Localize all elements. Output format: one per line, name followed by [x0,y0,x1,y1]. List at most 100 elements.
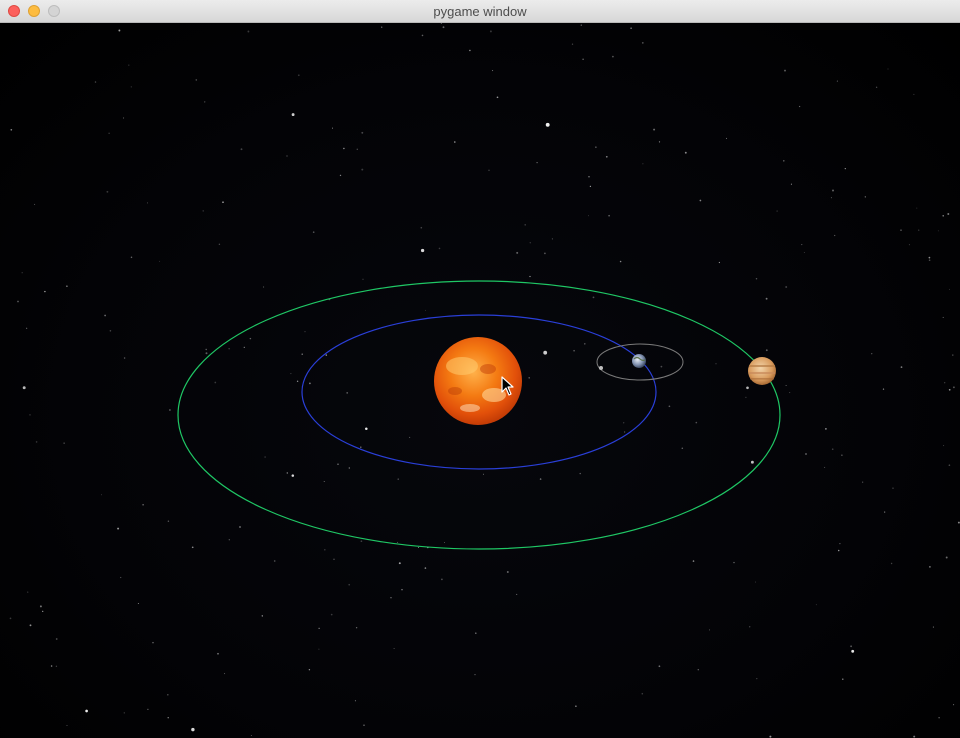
star [575,705,577,708]
star [668,405,671,408]
star [147,202,149,204]
star [44,290,46,293]
star [928,565,931,568]
star [582,58,584,60]
star [801,244,803,246]
star [943,445,945,447]
star [765,297,768,300]
star [442,26,445,29]
star [842,678,844,680]
game-canvas[interactable] [0,23,960,738]
sun [434,337,522,425]
star [205,348,207,351]
star [9,617,12,620]
star [839,542,841,545]
star [798,105,801,108]
star [862,481,864,483]
star [55,665,58,667]
star [291,113,295,117]
star [137,602,139,605]
star [528,377,530,379]
star [864,196,866,198]
star [308,669,311,671]
star [142,503,144,506]
star [301,353,303,355]
star [243,346,245,349]
star [733,561,735,564]
star [363,724,365,727]
star [214,381,217,384]
star [249,337,252,340]
star [589,185,592,188]
star [381,26,383,28]
star [356,148,359,151]
star [948,464,951,467]
star [851,649,855,653]
star [844,168,846,170]
star [35,441,38,443]
star [393,648,395,649]
star [217,652,219,655]
star [108,132,110,134]
star [421,34,424,37]
star [106,190,109,193]
star [469,49,471,52]
star [952,354,954,356]
star [22,386,26,390]
star [579,472,581,475]
star [159,260,161,262]
star [516,251,519,254]
star [900,229,902,231]
star [420,248,425,253]
star [264,456,266,458]
star [545,122,550,127]
star [286,155,288,157]
star [692,560,695,562]
star [239,526,241,528]
star [123,357,126,359]
star [949,288,950,290]
star [482,473,484,475]
star [474,673,476,676]
star [297,74,300,77]
star [544,252,546,255]
star [938,717,940,719]
star [360,540,363,543]
earth [632,354,646,368]
star [304,331,306,333]
star [746,386,749,390]
star [195,79,198,81]
star [928,259,931,261]
star [250,734,252,736]
star [63,442,65,444]
star [169,409,171,411]
star [94,81,97,83]
star [681,447,684,450]
star [475,632,477,634]
star [892,487,894,489]
star [571,43,574,45]
title-bar[interactable]: pygame window [0,0,960,23]
star [324,549,326,551]
star [355,627,358,629]
star [354,700,356,702]
star [130,256,133,259]
star [424,567,427,569]
star [343,147,345,150]
star [120,576,122,579]
star [785,384,787,387]
star [529,242,531,244]
star [584,343,586,345]
star [66,724,68,727]
star [944,382,946,384]
star [333,558,335,560]
star [21,272,23,274]
star [756,677,758,680]
star [318,648,320,650]
star [605,155,608,158]
star [204,101,206,103]
star [240,148,243,151]
star [496,96,499,99]
star [790,183,792,185]
solar-system-scene [9,23,960,738]
